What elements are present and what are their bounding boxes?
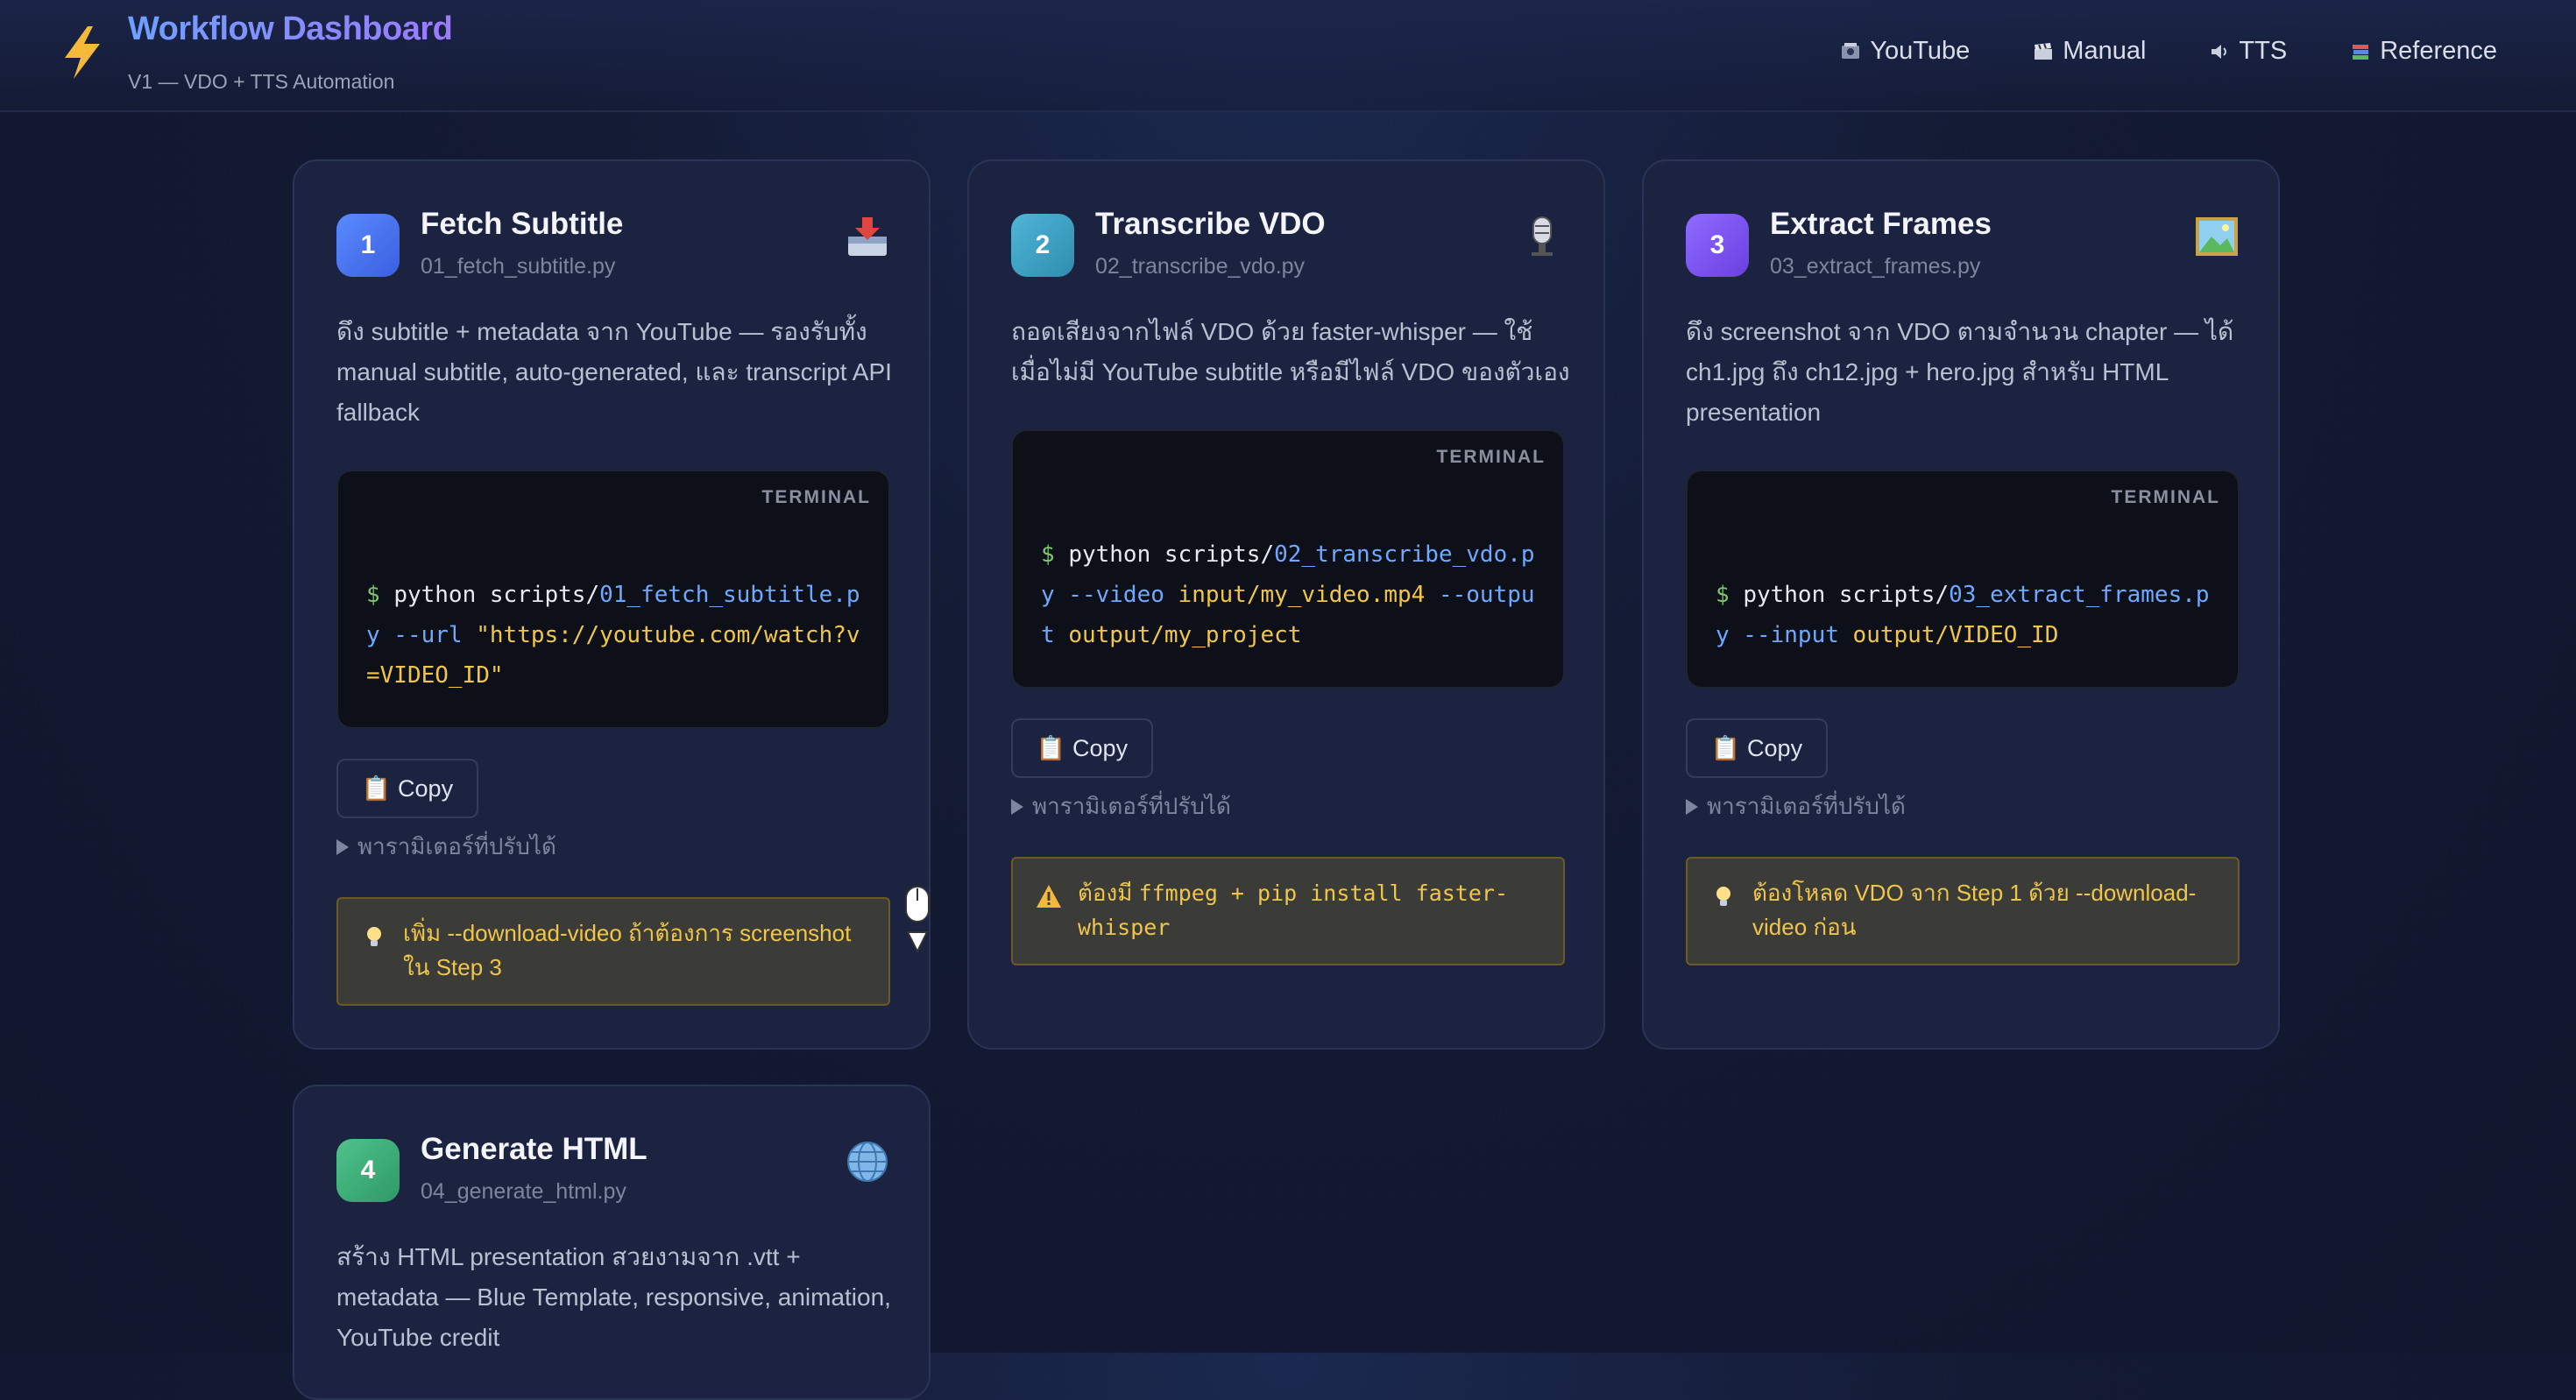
terminal-command[interactable]: $ python scripts/02_transcribe_vdo.py --… [1041, 534, 1546, 655]
warning-note-code: ffmpeg + pip install faster-whisper [1078, 880, 1508, 940]
nav-reference-label: Reference [2380, 37, 2497, 65]
nav-youtube-label: YouTube [1870, 37, 1971, 65]
mouse-cursor-icon [905, 886, 930, 954]
parameters-toggle[interactable]: พารามิเตอร์ที่ปรับได้ [336, 829, 556, 865]
nav-manual[interactable]: Manual [2033, 37, 2146, 66]
step-filename: 04_generate_html.py [421, 1179, 626, 1204]
nav-manual-label: Manual [2063, 37, 2147, 65]
tip-note-text: ต้องโหลด VDO จาก Step 1 ด้วย --download-… [1752, 880, 2197, 940]
copy-button[interactable]: 📋 Copy [336, 759, 478, 818]
step-filename: 03_extract_frames.py [1770, 254, 1981, 279]
terminal-label: TERMINAL [2111, 487, 2220, 507]
terminal-command[interactable]: $ python scripts/03_extract_frames.py --… [1716, 575, 2220, 655]
parameters-label: พารามิเตอร์ที่ปรับได้ [1707, 793, 1906, 819]
film-icon [1842, 42, 1860, 59]
app-header: Workflow Dashboard V1 — VDO + TTS Automa… [0, 0, 2576, 112]
parameters-toggle[interactable]: พารามิเตอร์ที่ปรับได้ [1011, 788, 1231, 824]
terminal-block: TERMINAL $ python scripts/03_extract_fra… [1686, 470, 2240, 689]
top-nav: YouTube Manual TTS Reference [1840, 37, 2497, 66]
step-description: ดึง subtitle + metadata จาก YouTube — รอ… [336, 318, 892, 426]
triangle-right-icon [1011, 798, 1023, 815]
app-subtitle: V1 — VDO + TTS Automation [128, 70, 395, 93]
step-number-badge: 3 [1686, 214, 1749, 277]
nav-reference[interactable]: Reference [2350, 37, 2497, 66]
triangle-right-icon [1686, 798, 1698, 815]
terminal-label: TERMINAL [1436, 447, 1546, 467]
parameters-toggle[interactable]: พารามิเตอร์ที่ปรับได้ [1686, 788, 1906, 824]
tip-note-text: เพิ่ม --download-video ถ้าต้องการ screen… [403, 920, 852, 980]
terminal-command[interactable]: $ python scripts/01_fetch_subtitle.py --… [366, 575, 871, 696]
app-title: Workflow Dashboard [128, 11, 453, 47]
step-filename: 02_transcribe_vdo.py [1095, 254, 1306, 279]
nav-tts[interactable]: TTS [2209, 37, 2287, 66]
step-card-3: 3 Extract Frames 03_extract_frames.py ดึ… [1642, 159, 2280, 1050]
terminal-block: TERMINAL $ python scripts/02_transcribe_… [1011, 429, 1565, 689]
terminal-label: TERMINAL [761, 487, 871, 507]
warning-note-text: ต้องมี [1078, 880, 1139, 906]
step-card-4: 4 Generate HTML 04_generate_html.py สร้า… [293, 1085, 931, 1400]
step-title: Transcribe VDO [1095, 207, 1326, 241]
step-number-badge: 4 [336, 1139, 400, 1202]
step-title: Extract Frames [1770, 207, 1992, 241]
step-description: สร้าง HTML presentation สวยงามจาก .vtt +… [336, 1243, 891, 1351]
nav-tts-label: TTS [2239, 37, 2288, 65]
copy-button[interactable]: 📋 Copy [1686, 718, 1828, 778]
globe-icon [847, 1142, 888, 1182]
picture-icon [2196, 217, 2238, 256]
triangle-right-icon [336, 838, 349, 855]
nav-youtube[interactable]: YouTube [1840, 37, 1970, 66]
step-filename: 01_fetch_subtitle.py [421, 254, 616, 279]
terminal-block: TERMINAL $ python scripts/01_fetch_subti… [336, 470, 890, 729]
speaker-icon [2212, 44, 2227, 59]
step-number-badge: 1 [336, 214, 400, 277]
parameters-label: พารามิเตอร์ที่ปรับได้ [1032, 793, 1231, 819]
books-icon [2353, 44, 2369, 60]
step-title: Fetch Subtitle [421, 207, 624, 241]
tip-note: เพิ่ม --download-video ถ้าต้องการ screen… [336, 897, 890, 1006]
step-title: Generate HTML [421, 1132, 648, 1166]
lightbulb-icon [367, 927, 381, 946]
copy-button[interactable]: 📋 Copy [1011, 718, 1153, 778]
warning-note: ต้องมี ffmpeg + pip install faster-whisp… [1011, 857, 1565, 965]
step-description: ดึง screenshot จาก VDO ตามจำนวน chapter … [1686, 318, 2234, 426]
step-card-2: 2 Transcribe VDO 02_transcribe_vdo.py ถอ… [967, 159, 1605, 1050]
tip-note: ต้องโหลด VDO จาก Step 1 ด้วย --download-… [1686, 857, 2240, 965]
inbox-icon [848, 217, 887, 256]
microphone-icon [1532, 216, 1553, 256]
warning-icon [1037, 885, 1061, 908]
clapper-icon [2035, 42, 2053, 60]
lightbulb-icon [1716, 887, 1730, 906]
step-card-1: 1 Fetch Subtitle 01_fetch_subtitle.py ดึ… [293, 159, 931, 1050]
lightning-bolt-icon [65, 26, 100, 79]
step-number-badge: 2 [1011, 214, 1074, 277]
parameters-label: พารามิเตอร์ที่ปรับได้ [357, 833, 556, 859]
step-description: ถอดเสียงจากไฟล์ VDO ด้วย faster-whisper … [1011, 318, 1570, 385]
